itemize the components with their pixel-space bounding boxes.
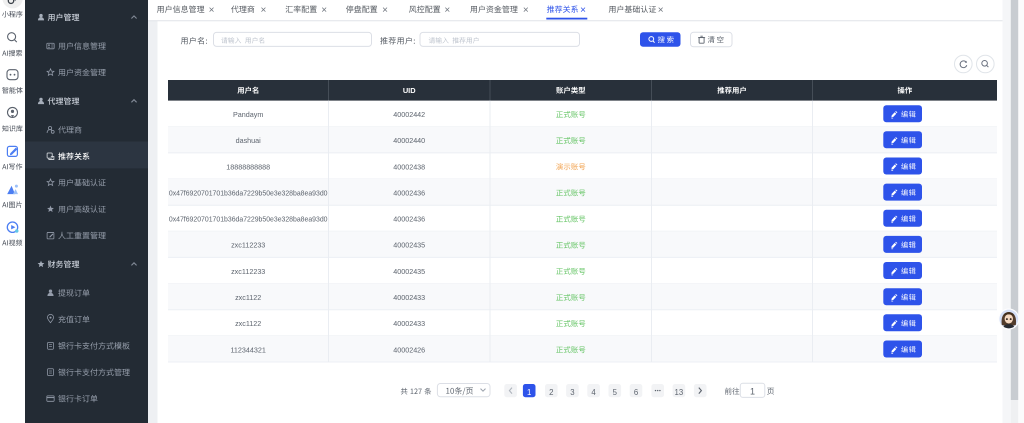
svg-text:40002442: 40002442	[393, 110, 425, 119]
svg-text:40002435: 40002435	[393, 267, 425, 276]
svg-text:40002436: 40002436	[393, 188, 425, 197]
svg-text:×: ×	[260, 5, 266, 16]
svg-text:zxc112233: zxc112233	[231, 267, 265, 276]
svg-text:×: ×	[321, 5, 327, 16]
svg-text:40002440: 40002440	[393, 136, 425, 145]
svg-text:0x47f6920701701b36da7229b50e3e: 0x47f6920701701b36da7229b50e3e328ba8ea93…	[169, 217, 328, 224]
svg-text:0x47f6920701701b36da7229b50e3e: 0x47f6920701701b36da7229b50e3e328ba8ea93…	[169, 190, 328, 197]
svg-text:×: ×	[658, 5, 664, 16]
svg-text:zxc112233: zxc112233	[231, 241, 265, 250]
svg-text:×: ×	[444, 5, 450, 16]
svg-text:UID: UID	[403, 86, 416, 95]
svg-text:dashuai: dashuai	[236, 136, 262, 145]
svg-text:3: 3	[570, 388, 574, 397]
svg-text:×: ×	[382, 5, 388, 16]
svg-text:13: 13	[675, 388, 684, 397]
svg-text:2: 2	[549, 388, 553, 397]
svg-text:40002438: 40002438	[393, 162, 425, 171]
svg-text:40002436: 40002436	[393, 215, 425, 224]
svg-text:6: 6	[634, 388, 638, 397]
svg-text:5: 5	[613, 388, 618, 397]
svg-text:4: 4	[591, 388, 596, 397]
svg-text:zxc1122: zxc1122	[235, 319, 261, 328]
svg-text:40002426: 40002426	[393, 345, 425, 354]
svg-text:18888888888: 18888888888	[226, 162, 270, 171]
svg-text:zxc1122: zxc1122	[235, 293, 261, 302]
svg-text:40002435: 40002435	[393, 241, 425, 250]
svg-text:1: 1	[750, 387, 755, 397]
svg-text:1: 1	[527, 388, 531, 397]
svg-text:40002433: 40002433	[393, 319, 425, 328]
svg-text:Pandaym: Pandaym	[233, 110, 263, 119]
svg-text:40002433: 40002433	[393, 293, 425, 302]
svg-text:×: ×	[580, 5, 586, 16]
svg-text:112344321: 112344321	[230, 345, 265, 354]
svg-text:×: ×	[209, 5, 215, 16]
svg-text:×: ×	[523, 5, 529, 16]
